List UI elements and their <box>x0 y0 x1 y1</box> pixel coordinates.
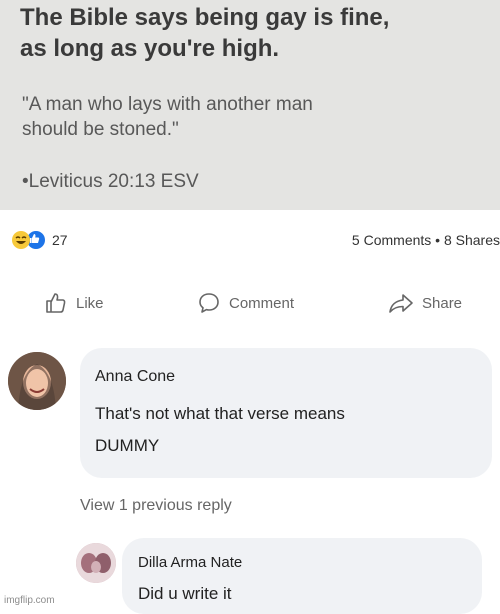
post-stats: 27 5 Comments • 8 Shares <box>0 222 500 258</box>
reactions-summary[interactable]: 27 <box>12 230 68 250</box>
headline-line-1: The Bible says being gay is fine, <box>20 4 390 31</box>
avatar[interactable] <box>8 352 66 410</box>
speech-bubble-icon <box>199 293 219 313</box>
share-arrow-icon <box>389 294 413 313</box>
quote-line-1: "A man who lays with another man <box>22 94 313 115</box>
comment: Anna Cone That's not what that verse mea… <box>0 348 500 478</box>
share-button[interactable]: Share <box>388 285 462 321</box>
post-actions: Like Comment Share <box>0 285 500 325</box>
comment-button[interactable]: Comment <box>197 285 294 321</box>
reply-author[interactable]: Dilla Arma Nate <box>138 554 242 571</box>
quote-citation: •Leviticus 20:13 ESV <box>22 171 199 192</box>
like-button[interactable]: Like <box>44 285 104 321</box>
haha-emoji-icon <box>12 231 30 249</box>
thumbs-up-icon <box>46 293 66 313</box>
reply: Dilla Arma Nate Did u write it <box>0 538 500 614</box>
reply-bubble: Dilla Arma Nate Did u write it <box>122 538 482 614</box>
watermark: imgflip.com <box>4 595 55 606</box>
comment-bubble: Anna Cone That's not what that verse mea… <box>80 348 492 478</box>
headline-line-2: as long as you're high. <box>20 35 280 62</box>
reply-text: Did u write it <box>138 584 232 603</box>
comment-text-line-1: That's not what that verse means <box>95 404 345 423</box>
bible-quote: "A man who lays with another man should … <box>22 92 462 142</box>
post-headline: The Bible says being gay is fine, as lon… <box>20 2 490 64</box>
avatar[interactable] <box>76 543 116 583</box>
like-label: Like <box>76 294 104 312</box>
comment-text: That's not what that verse means DUMMY <box>95 398 345 462</box>
post-image: The Bible says being gay is fine, as lon… <box>0 0 500 210</box>
comment-author[interactable]: Anna Cone <box>95 368 175 386</box>
quote-line-2: should be stoned." <box>22 119 179 140</box>
reaction-count: 27 <box>52 232 68 248</box>
comment-label: Comment <box>229 294 295 312</box>
view-previous-reply-link[interactable]: View 1 previous reply <box>80 497 232 515</box>
share-label: Share <box>422 294 463 312</box>
comments-shares-count[interactable]: 5 Comments • 8 Shares <box>352 232 500 248</box>
comment-text-line-2: DUMMY <box>95 436 160 455</box>
